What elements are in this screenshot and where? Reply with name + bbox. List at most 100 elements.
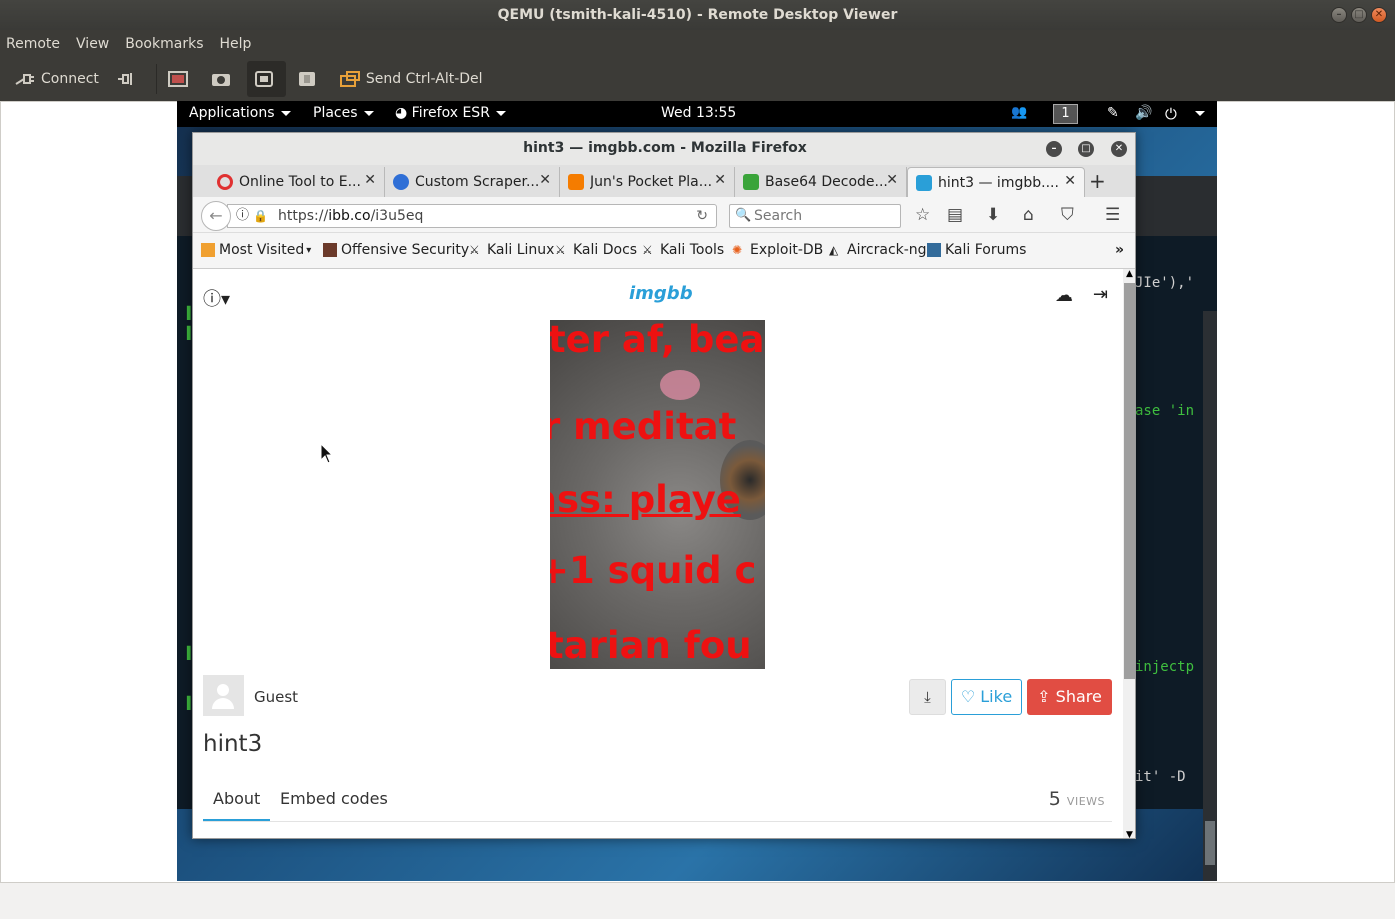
bookmark-kali-forums[interactable]: Kali Forums	[927, 242, 1026, 258]
reload-icon[interactable]: ↻	[696, 205, 708, 227]
menu-bookmarks[interactable]: Bookmarks	[125, 36, 203, 52]
user-icon-head	[217, 684, 229, 696]
chevron-down-icon	[1195, 110, 1205, 116]
terminal-line: injectp	[1135, 659, 1195, 675]
page-scrollbar-thumb[interactable]	[1124, 283, 1135, 679]
bookmark-offensive-security[interactable]: Offensive Security	[323, 242, 469, 258]
disconnect-button[interactable]	[109, 61, 148, 97]
views-count: 5	[1048, 788, 1061, 810]
scroll-up-icon[interactable]: ▲	[1126, 269, 1133, 279]
search-placeholder: Search	[754, 208, 803, 224]
tab-favicon	[916, 174, 932, 191]
terminal-scrollbar-thumb[interactable]	[1205, 821, 1215, 865]
hint-image[interactable]: ter af, bea r meditat ass: playe +1 squi…	[550, 320, 765, 669]
fullscreen-button[interactable]	[161, 61, 200, 97]
tab-juns-pocket[interactable]: Jun's Pocket Pla... ✕	[560, 167, 735, 197]
views-label: VIEWS	[1066, 795, 1105, 808]
download-icon[interactable]: ⬇	[986, 205, 1000, 225]
bookmark-star-icon[interactable]: ☆	[915, 205, 930, 225]
firefox-esr-menu[interactable]: ◕ Firefox ESR	[395, 105, 506, 121]
user-icon-body	[212, 698, 234, 709]
close-tab-icon[interactable]: ✕	[1064, 173, 1076, 189]
back-button[interactable]: ←	[201, 201, 231, 231]
outer-window-titlebar: QEMU (tsmith-kali-4510) - Remote Desktop…	[0, 0, 1395, 30]
url-bar[interactable]: ⓘ 🔒 https://ibb.co/i3u5eq ↻	[227, 204, 717, 228]
upload-cloud-icon[interactable]: ☁	[1055, 285, 1073, 306]
avatar[interactable]	[203, 675, 244, 716]
pen-icon[interactable]: ✎	[1107, 105, 1119, 121]
minimize-icon[interactable]: –	[1331, 7, 1347, 23]
screenshot-button[interactable]	[204, 61, 243, 97]
sign-in-icon[interactable]: ⇥	[1093, 284, 1108, 305]
bookmark-kali-linux[interactable]: ⚔ Kali Linux	[469, 242, 554, 258]
bookmark-exploit-db[interactable]: ✺ Exploit-DB	[732, 242, 823, 258]
maximize-icon[interactable]: □	[1078, 141, 1094, 157]
terminal-scrollbar[interactable]	[1203, 311, 1217, 881]
pocket-icon[interactable]: ⛉	[1061, 205, 1074, 225]
tab-online-tool[interactable]: Online Tool to E... ✕	[209, 167, 385, 197]
minimize-icon[interactable]: –	[1046, 141, 1062, 157]
bookmark-most-visited[interactable]: Most Visited ▾	[201, 242, 311, 258]
kali-dragon-icon: ⚔	[469, 243, 480, 257]
new-tab-button[interactable]: +	[1089, 169, 1106, 193]
tab-embed-codes[interactable]: Embed codes	[280, 789, 388, 808]
power-icon[interactable]: ⏻	[1165, 105, 1177, 123]
applications-menu[interactable]: Applications	[189, 105, 291, 121]
places-menu[interactable]: Places	[313, 105, 374, 121]
volume-icon[interactable]: 🔊	[1135, 105, 1152, 121]
maximize-icon[interactable]: □	[1351, 7, 1367, 23]
home-icon[interactable]: ⌂	[1023, 205, 1034, 225]
close-icon[interactable]: ✕	[1371, 7, 1387, 23]
firefox-esr-label: Firefox ESR	[411, 105, 490, 121]
outer-toolbar: Connect Send Ctrl-Alt-Del	[0, 57, 1395, 101]
toolbar-separator	[155, 64, 157, 94]
close-icon[interactable]: ✕	[1111, 141, 1127, 157]
lock-button[interactable]	[290, 61, 329, 97]
menu-remote[interactable]: Remote	[6, 36, 60, 52]
tab-favicon	[217, 174, 233, 190]
bookmark-kali-tools[interactable]: ⚔ Kali Tools	[642, 242, 724, 258]
workspace-indicator[interactable]: 1	[1053, 104, 1078, 124]
tab-label: hint3 — imgbb....	[938, 174, 1059, 191]
page-scrollbar[interactable]: ▲ ▼	[1123, 269, 1135, 838]
bookmark-aircrack-ng[interactable]: ◭ Aircrack-ng	[829, 242, 927, 258]
search-input[interactable]: 🔍 Search	[729, 204, 901, 228]
info-icon[interactable]: ⓘ	[236, 205, 249, 227]
like-button[interactable]: ♡ Like	[951, 679, 1022, 715]
chevron-down-icon: ▾	[306, 244, 312, 256]
connect-button[interactable]: Connect	[8, 61, 105, 97]
send-ctrl-alt-del-button[interactable]: Send Ctrl-Alt-Del	[333, 61, 489, 97]
tab-hint3-imgbb[interactable]: hint3 — imgbb.... ✕	[907, 167, 1085, 197]
hamburger-menu-icon[interactable]: ☰	[1105, 205, 1120, 225]
uploader-name[interactable]: Guest	[254, 688, 298, 706]
firefox-window-title: hint3 — imgbb.com - Mozilla Firefox	[523, 140, 807, 156]
bookmark-label: Kali Linux	[487, 242, 555, 258]
tab-about[interactable]: About	[213, 789, 260, 808]
info-dropdown-icon[interactable]: ⓘ▾	[203, 285, 230, 311]
menu-view[interactable]: View	[76, 36, 109, 52]
share-button[interactable]: ⇪ Share	[1027, 679, 1112, 715]
close-tab-icon[interactable]: ✕	[539, 172, 551, 188]
system-menu-chevron[interactable]	[1189, 105, 1205, 121]
kali-dragon-icon: ⚔	[555, 243, 566, 257]
library-icon[interactable]: ▤	[947, 205, 963, 225]
bookmarks-overflow-chevron-icon[interactable]: »	[1115, 242, 1124, 258]
close-tab-icon[interactable]: ✕	[364, 172, 376, 188]
tab-custom-scraper[interactable]: Custom Scraper... ✕	[385, 167, 560, 197]
panel-clock[interactable]: Wed 13:55	[661, 105, 736, 121]
download-button[interactable]: ⤓	[909, 679, 946, 715]
firefox-window[interactable]: hint3 — imgbb.com - Mozilla Firefox – □ …	[192, 132, 1136, 839]
image-text-line: +1 squid c	[550, 549, 757, 592]
close-tab-icon[interactable]: ✕	[886, 172, 898, 188]
imgbb-logo[interactable]: imgbb	[629, 283, 693, 304]
bookmark-label: Aircrack-ng	[847, 242, 927, 258]
scaling-button[interactable]	[246, 61, 286, 97]
tab-label: Custom Scraper...	[415, 174, 540, 190]
bookmark-kali-docs[interactable]: ⚔ Kali Docs	[555, 242, 637, 258]
places-label: Places	[313, 105, 358, 121]
scroll-down-icon[interactable]: ▼	[1126, 830, 1133, 838]
people-icon[interactable]: 👥	[1011, 105, 1027, 120]
tab-base64-decode[interactable]: Base64 Decode... ✕	[735, 167, 907, 197]
close-tab-icon[interactable]: ✕	[714, 172, 726, 188]
menu-help[interactable]: Help	[219, 36, 251, 52]
